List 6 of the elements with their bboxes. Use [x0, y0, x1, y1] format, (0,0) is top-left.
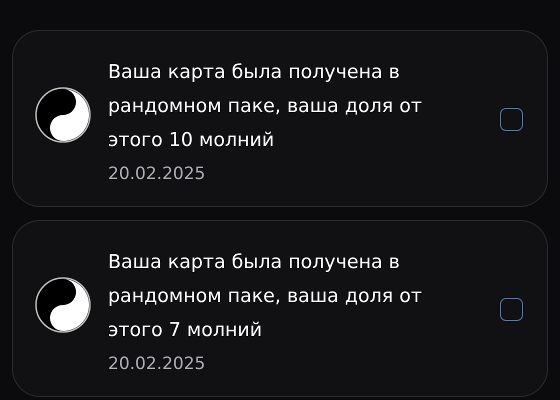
notification-message: Ваша карта была получена в рандомном паке, ваша доля от этого 7 молний [108, 250, 423, 343]
notification-date: 20.02.2025 [108, 164, 206, 184]
notification-date: 20.02.2025 [108, 354, 206, 374]
checkbox[interactable] [500, 298, 523, 321]
checkbox[interactable] [500, 108, 523, 131]
notification-message: Ваша карта была получена в рандомном паке, ваша доля от этого 10 молний [108, 60, 423, 153]
